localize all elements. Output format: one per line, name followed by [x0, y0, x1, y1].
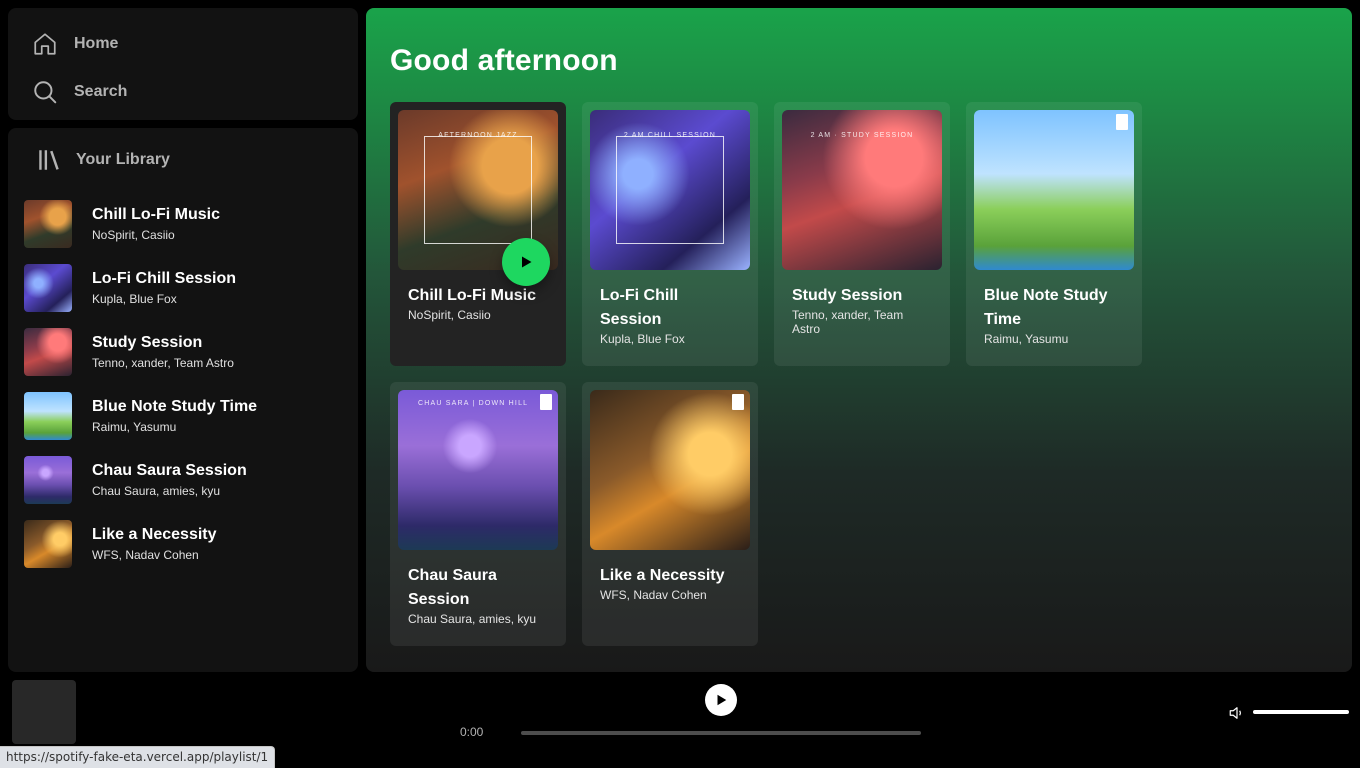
play-icon — [717, 694, 727, 706]
label-badge-icon — [732, 394, 744, 410]
library-item[interactable]: Study Session Tenno, xander, Team Astro — [24, 320, 342, 384]
cover-text: 2 AM · STUDY SESSION — [810, 132, 914, 139]
library-item-title: Chill Lo-Fi Music — [92, 206, 220, 223]
current-time: 0:00 — [460, 725, 484, 739]
playlist-cover — [24, 264, 72, 312]
library-header[interactable]: Your Library — [24, 144, 342, 176]
card-artists: NoSpirit, Casiio — [408, 308, 491, 322]
cover-frame — [616, 136, 724, 244]
library-item-title: Blue Note Study Time — [92, 398, 258, 415]
library-item[interactable]: Chill Lo-Fi Music NoSpirit, Casiio — [24, 192, 342, 256]
search-icon — [34, 81, 57, 104]
label-badge-icon — [1116, 114, 1128, 130]
card-play-button[interactable] — [502, 238, 550, 286]
card-title: Chill Lo-Fi Music — [408, 287, 536, 304]
library-item-title: Lo-Fi Chill Session — [92, 270, 237, 287]
card-artists: Kupla, Blue Fox — [600, 332, 685, 346]
library-item[interactable]: Blue Note Study Time Raimu, Yasumu — [24, 384, 342, 448]
home-icon — [34, 33, 56, 55]
page-title: Good afternoon — [390, 44, 618, 77]
playlist-cover: 2 AM CHILL SESSION — [590, 110, 750, 270]
playlist-card[interactable]: 2 AM · STUDY SESSION Study Session Tenno… — [774, 102, 950, 366]
cover-text: CHAU SARA | DOWN HILL — [418, 400, 529, 407]
card-title: Chau Saura Session — [408, 567, 497, 608]
card-title: Blue Note Study Time — [984, 287, 1108, 328]
library-title: Your Library — [76, 151, 170, 168]
card-title: Study Session — [792, 287, 903, 304]
cover-frame — [424, 136, 532, 244]
volume-icon[interactable] — [1228, 704, 1246, 722]
playlist-cover — [24, 392, 72, 440]
playlist-card[interactable]: 2 AM CHILL SESSION Lo-Fi Chill Session K… — [582, 102, 758, 366]
now-playing-cover — [12, 680, 76, 744]
card-artists: Raimu, Yasumu — [984, 332, 1069, 346]
library-item-artists: WFS, Nadav Cohen — [92, 548, 199, 562]
nav-panel: Home Search — [8, 8, 358, 120]
nav-search[interactable]: Search — [32, 68, 334, 116]
library-item[interactable]: Chau Saura Session Chau Saura, amies, ky… — [24, 448, 342, 512]
status-bar-url: https://spotify-fake-eta.vercel.app/play… — [0, 746, 276, 768]
nav-home[interactable]: Home — [32, 20, 334, 68]
progress-bar[interactable] — [521, 731, 921, 735]
app-root: Home Search Your Library Chill Lo-Fi Mus… — [0, 0, 1360, 768]
card-artists: Tenno, xander, Team Astro — [792, 308, 904, 336]
library-item-title: Study Session — [92, 334, 203, 351]
library-item-artists: Chau Saura, amies, kyu — [92, 484, 221, 498]
library-item-artists: Tenno, xander, Team Astro — [92, 356, 234, 370]
nav-home-label: Home — [74, 35, 119, 52]
library-item-artists: NoSpirit, Casiio — [92, 228, 175, 242]
card-artists: Chau Saura, amies, kyu — [408, 612, 537, 626]
card-title: Like a Necessity — [600, 567, 725, 584]
playlist-card[interactable]: CHAU SARA | DOWN HILL Chau Saura Session… — [390, 382, 566, 646]
playlist-cover: 2 AM · STUDY SESSION — [782, 110, 942, 270]
library-icon — [39, 150, 59, 170]
nav-search-label: Search — [74, 83, 128, 100]
playlist-cover — [974, 110, 1134, 270]
playlist-card[interactable]: Blue Note Study Time Raimu, Yasumu — [966, 102, 1142, 366]
library-item-title: Chau Saura Session — [92, 462, 247, 479]
cover-text: 2 AM CHILL SESSION — [623, 132, 717, 139]
playlist-grid: AFTERNOON JAZZ Chill Lo-Fi Music NoSpiri… — [390, 102, 1328, 646]
card-artists: WFS, Nadav Cohen — [600, 588, 707, 602]
library-item-artists: Kupla, Blue Fox — [92, 292, 177, 306]
playlist-card[interactable]: Like a Necessity WFS, Nadav Cohen — [582, 382, 758, 646]
playlist-cover — [24, 520, 72, 568]
playlist-cover — [24, 200, 72, 248]
playlist-cover — [590, 390, 750, 550]
play-button[interactable] — [705, 684, 737, 716]
library-item-artists: Raimu, Yasumu — [92, 420, 177, 434]
library-item-title: Like a Necessity — [92, 526, 217, 543]
library-item[interactable]: Like a Necessity WFS, Nadav Cohen — [24, 512, 342, 576]
playlist-cover: CHAU SARA | DOWN HILL — [398, 390, 558, 550]
volume-slider[interactable] — [1253, 710, 1349, 714]
library-item[interactable]: Lo-Fi Chill Session Kupla, Blue Fox — [24, 256, 342, 320]
card-title: Lo-Fi Chill Session — [600, 287, 679, 328]
playlist-card[interactable]: AFTERNOON JAZZ Chill Lo-Fi Music NoSpiri… — [390, 102, 566, 366]
playlist-cover — [24, 328, 72, 376]
cover-text: AFTERNOON JAZZ — [438, 132, 518, 139]
main-content: Good afternoon AFTERNOON JAZZ Chill Lo-F… — [366, 8, 1352, 672]
playlist-cover — [24, 456, 72, 504]
play-icon — [522, 256, 532, 268]
library-panel: Your Library Chill Lo-Fi Music NoSpirit,… — [8, 128, 358, 672]
label-badge-icon — [540, 394, 552, 410]
